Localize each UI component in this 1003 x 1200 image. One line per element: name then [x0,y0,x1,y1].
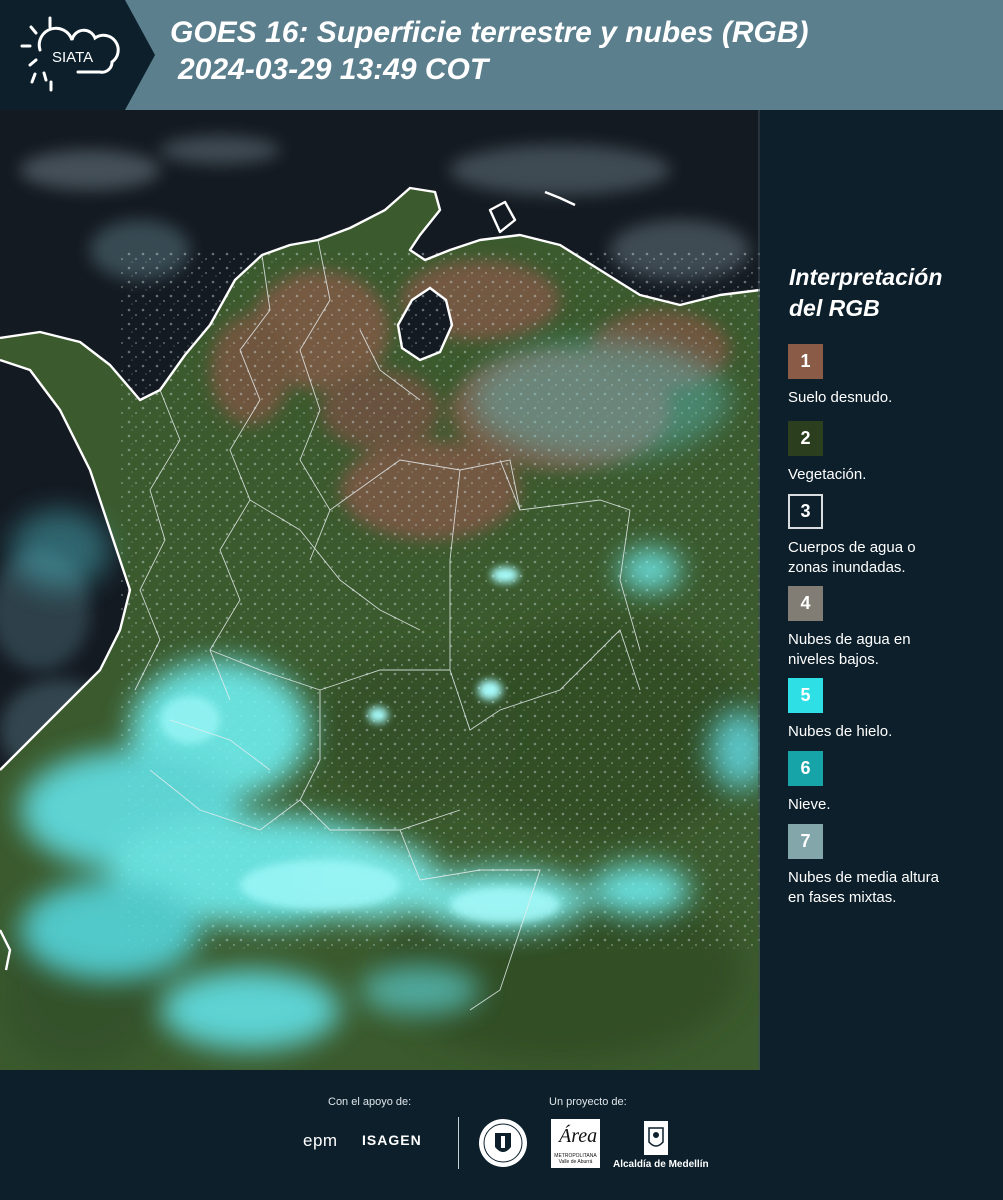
legend-label-line1: Cuerpos de agua o [788,539,916,556]
legend-label-line2: zonas inundadas. [788,559,906,576]
alcaldia-label: Alcaldía de Medellín [613,1159,709,1170]
satellite-map[interactable] [0,110,760,1070]
legend-item-2: 2 Vegetación. [788,421,998,485]
title-product: GOES 16: Superficie terrestre y nubes (R… [170,16,809,49]
legend-item-3: 3 Cuerpos de agua o zonas inundadas. [788,494,998,578]
legend-swatch: 1 [788,344,823,379]
page-title: GOES 16: Superficie terrestre y nubes (R… [170,14,809,88]
legend-swatch: 4 [788,586,823,621]
legend-label-line1: Vegetación. [788,466,867,483]
legend-label-line1: Nieve. [788,796,831,813]
legend-label: Nubes de agua en niveles bajos. [788,630,998,670]
legend-label: Nubes de media altura en fases mixtas. [788,868,998,908]
legend-item-1: 1 Suelo desnudo. [788,344,998,408]
legend-title-line1: Interpretación [789,264,943,290]
legend-item-7: 7 Nubes de media altura en fases mixtas. [788,824,998,908]
legend-label-line2: en fases mixtas. [788,889,897,906]
legend-title-line2: del RGB [789,295,880,321]
legend-label: Nubes de hielo. [788,722,998,742]
legend-label: Nieve. [788,795,998,815]
legend-panel: Interpretación del RGB 1 Suelo desnudo. 2 V… [760,110,1003,1070]
legend-label: Suelo desnudo. [788,388,998,408]
legend-label-line1: Suelo desnudo. [788,389,893,406]
legend-swatch: 5 [788,678,823,713]
satellite-rgb-image [0,110,760,1070]
area-sub2: Valle de Aburrá [558,1159,593,1165]
legend-title: Interpretación del RGB [789,262,942,324]
medellin-seal-icon [479,1119,527,1167]
legend-label: Vegetación. [788,465,998,485]
legend-label-line1: Nubes de agua en [788,631,911,648]
logo-text: SIATA [52,49,93,66]
epm-logo: epm [303,1131,338,1150]
legend-swatch: 2 [788,421,823,456]
siata-logo: SIATA [0,0,155,110]
legend-swatch: 3 [788,494,823,529]
footer: Con el apoyo de: Un proyecto de: epm ISA… [0,1070,1003,1200]
area-subtitle: METROPOLITANA Valle de Aburrá [553,1153,598,1165]
legend-label: Cuerpos de agua o zonas inundadas. [788,538,998,578]
isagen-logo: ISAGEN [362,1132,422,1148]
footer-divider [458,1117,459,1169]
legend-item-6: 6 Nieve. [788,751,998,815]
alcaldia-crest-icon [644,1121,668,1155]
title-timestamp: 2024-03-29 13:49 COT [178,53,489,86]
legend-label-line1: Nubes de media altura [788,869,939,886]
area-metropolitana-logo: Área METROPOLITANA Valle de Aburrá [551,1119,600,1168]
area-title: Área [559,1125,598,1147]
legend-item-4: 4 Nubes de agua en niveles bajos. [788,586,998,670]
legend-label-line1: Nubes de hielo. [788,723,893,740]
project-label: Un proyecto de: [549,1096,627,1108]
legend-item-5: 5 Nubes de hielo. [788,678,998,742]
support-label: Con el apoyo de: [328,1096,412,1108]
legend-swatch: 7 [788,824,823,859]
header-bar: SIATA GOES 16: Superficie terrestre y nu… [0,0,1003,110]
legend-label-line2: niveles bajos. [788,651,879,668]
legend-swatch: 6 [788,751,823,786]
